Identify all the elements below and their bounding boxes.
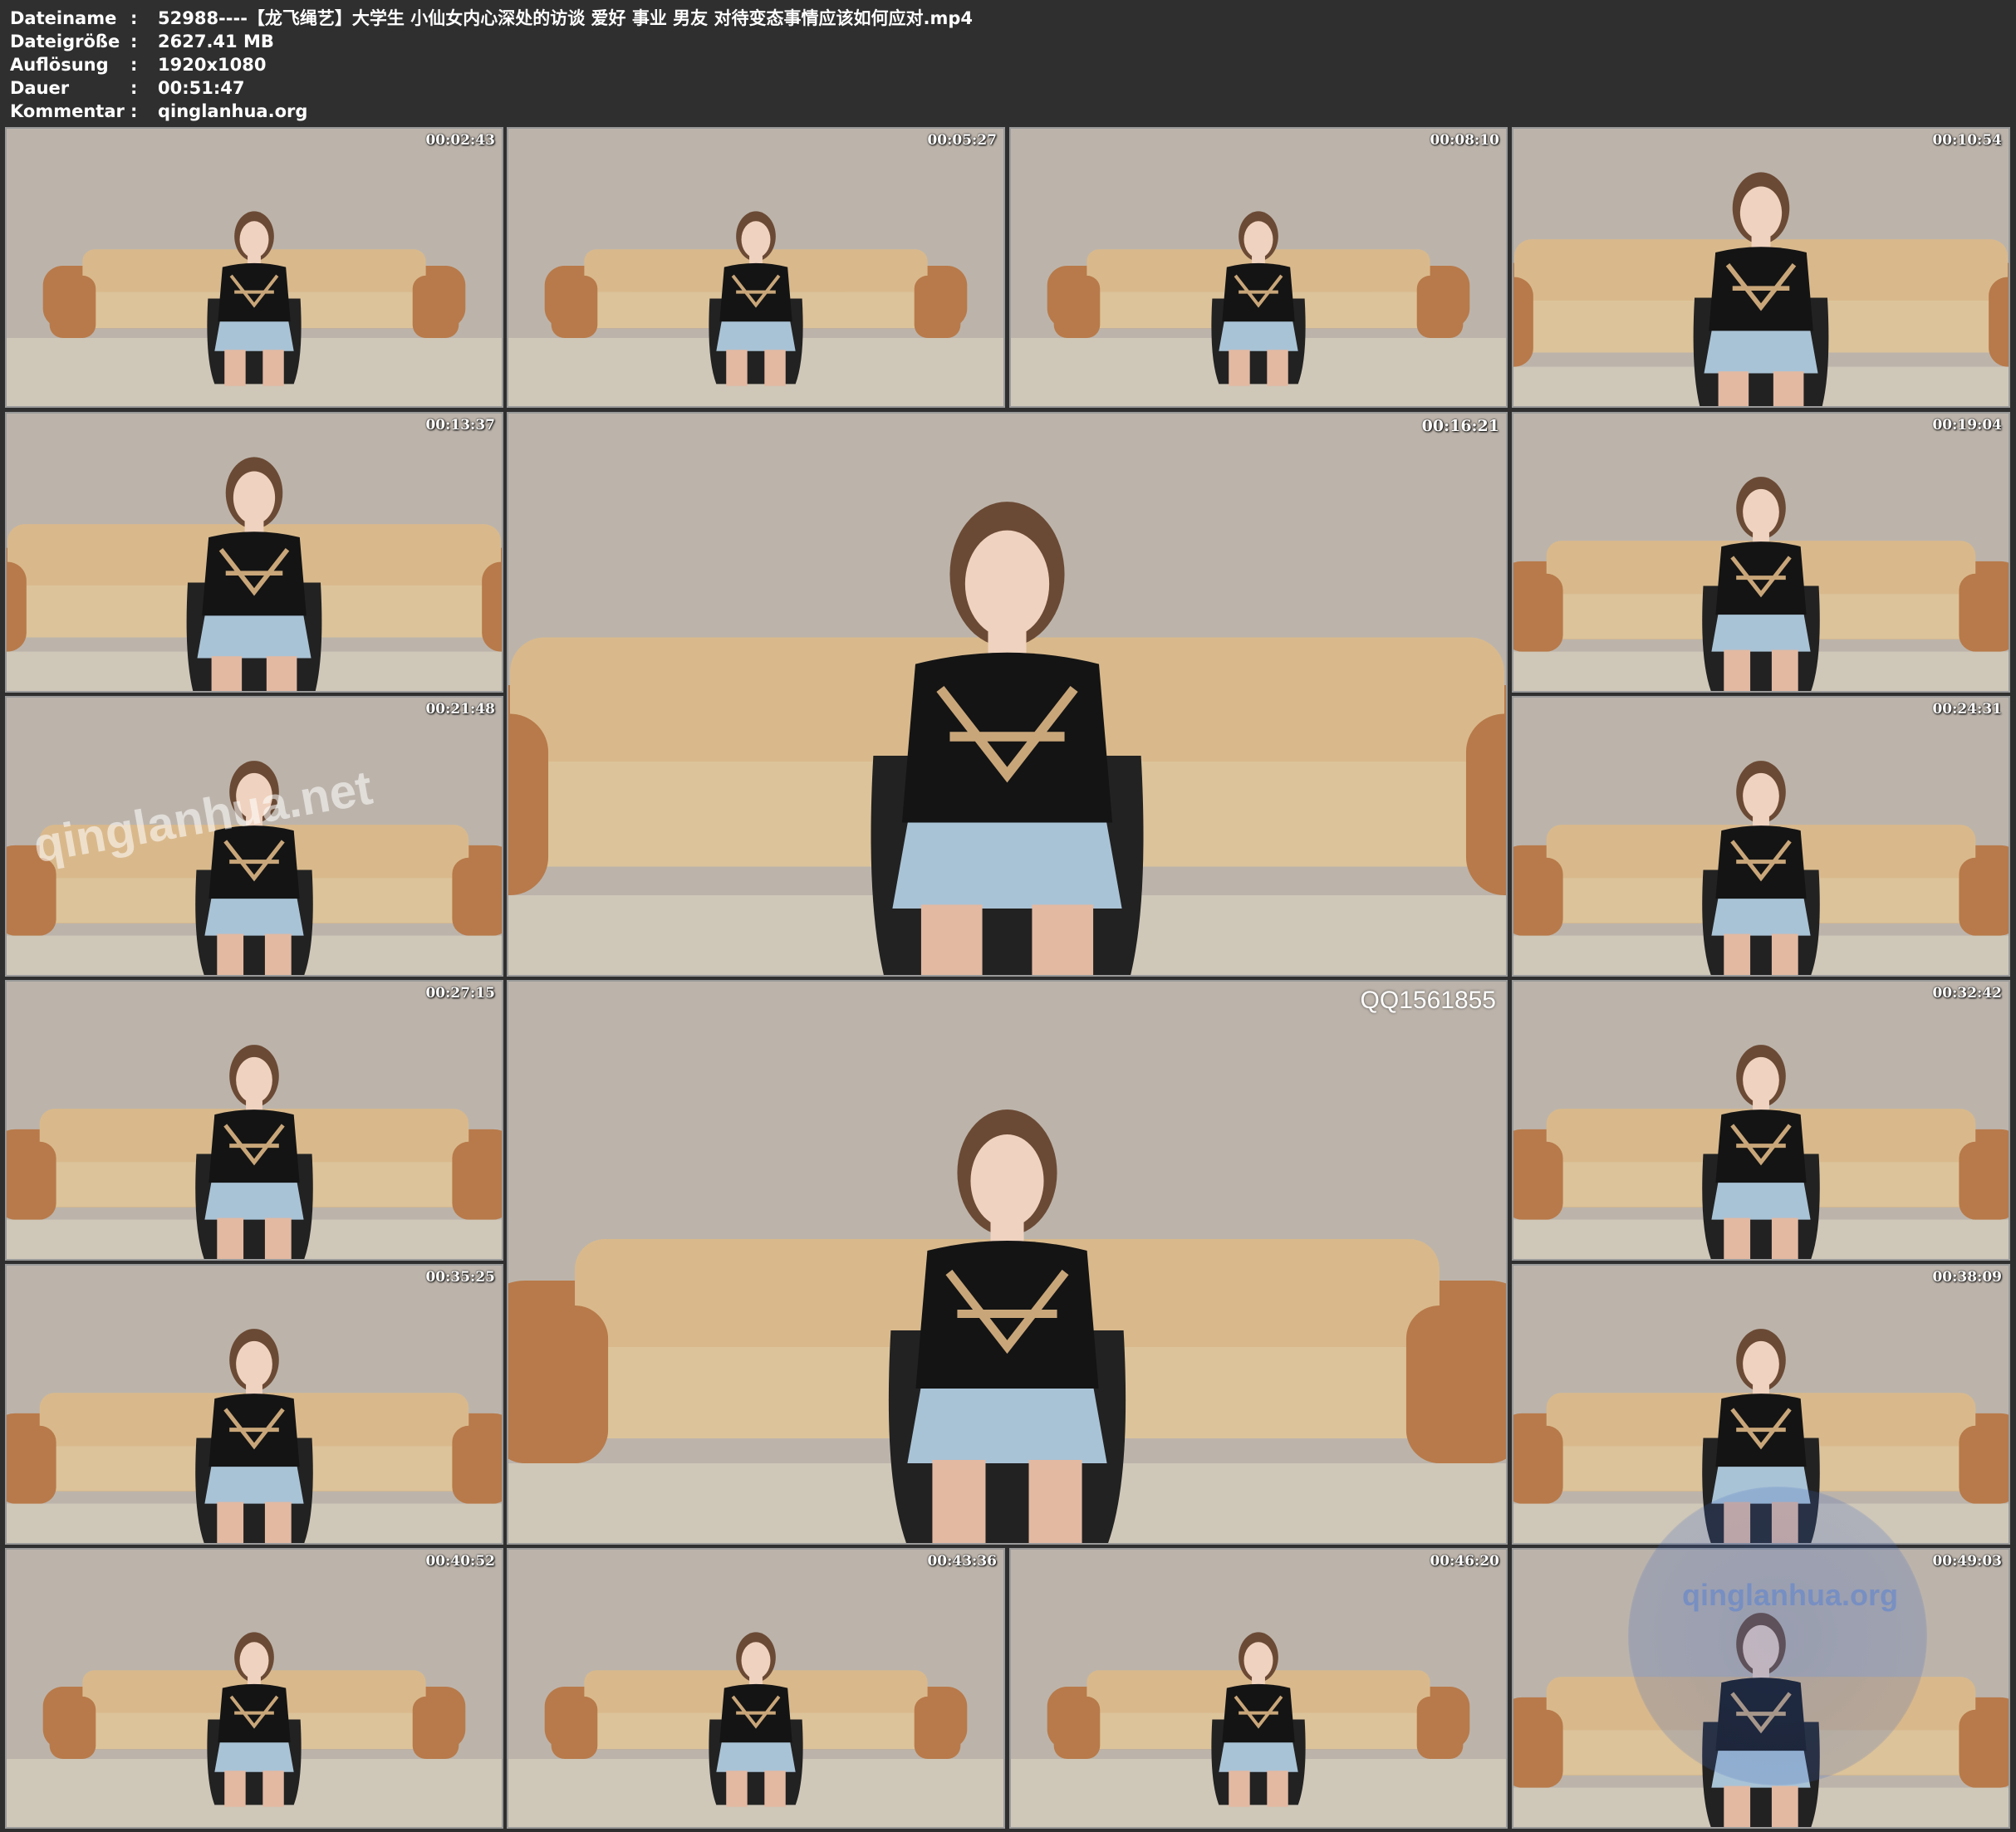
video-thumbnail[interactable]: 00:08:10 (1009, 127, 1508, 408)
timestamp-label: 00:05:27 (927, 132, 997, 149)
separator: : (130, 101, 138, 121)
qq-watermark: QQ1561855 (1360, 987, 1496, 1014)
timestamp-label: 00:02:43 (425, 132, 495, 149)
circle-watermark-text: qinglanhua.org (1682, 1578, 1898, 1612)
video-thumbnail[interactable]: 00:46:20 (1009, 1548, 1508, 1829)
video-frame-scene (1513, 982, 2009, 1259)
video-thumbnail[interactable]: 00:43:36 (507, 1548, 1005, 1829)
separator: : (130, 8, 138, 28)
video-thumbnail[interactable]: 00:16:21 (507, 412, 1508, 977)
separator: : (130, 55, 138, 75)
video-thumbnail[interactable]: 00:13:37 (5, 412, 503, 693)
duration-value: 00:51:47 (158, 78, 245, 98)
file-name-value: 52988----【龙飞绳艺】大学生 小仙女内心深处的访谈 爱好 事业 男友 对… (158, 8, 973, 28)
video-thumbnail[interactable]: QQ1561855 (507, 980, 1508, 1545)
video-frame-scene (1513, 129, 2009, 406)
video-frame-scene (7, 129, 502, 406)
video-thumbnail[interactable]: 00:32:42 (1512, 980, 2010, 1261)
timestamp-label: 00:38:09 (1932, 1269, 2002, 1286)
video-frame-scene (1011, 1550, 1506, 1827)
video-frame-scene (7, 982, 502, 1259)
video-thumbnail[interactable]: 00:05:27 (507, 127, 1005, 408)
timestamp-label: 00:27:15 (425, 985, 495, 1002)
timestamp-label: 00:35:25 (425, 1269, 495, 1286)
video-frame-scene (1513, 414, 2009, 691)
video-thumbnail[interactable]: 00:35:25 (5, 1264, 503, 1545)
video-frame-scene (1011, 129, 1506, 406)
separator: : (130, 32, 138, 51)
video-frame-scene (1513, 698, 2009, 975)
timestamp-label: 00:49:03 (1932, 1553, 2002, 1570)
circle-watermark (1628, 1487, 1927, 1785)
comment-label: Kommentar (10, 101, 125, 121)
video-frame-scene (7, 1266, 502, 1543)
video-frame-scene (508, 1550, 1003, 1827)
timestamp-label: 00:13:37 (425, 417, 495, 434)
timestamp-label: 00:10:54 (1932, 132, 2002, 149)
duration-label: Dauer (10, 78, 70, 98)
video-thumbnail[interactable]: 00:24:31 (1512, 696, 2010, 977)
video-thumbnail[interactable]: 00:10:54 (1512, 127, 2010, 408)
video-frame-scene (7, 414, 502, 691)
timestamp-label: 00:46:20 (1430, 1553, 1499, 1570)
video-thumbnail[interactable]: 00:02:43 (5, 127, 503, 408)
timestamp-label: 00:32:42 (1932, 985, 2002, 1002)
file-size-label: Dateigröße (10, 32, 120, 51)
video-frame-scene (7, 1550, 502, 1827)
file-info-header: Dateiname : 52988----【龙飞绳艺】大学生 小仙女内心深处的访… (0, 0, 2016, 125)
separator: : (130, 78, 138, 98)
timestamp-label: 00:21:48 (425, 701, 495, 718)
timestamp-label: 00:24:31 (1932, 701, 2002, 718)
comment-value: qinglanhua.org (158, 101, 308, 121)
video-frame-scene (508, 129, 1003, 406)
video-frame-scene (508, 982, 1506, 1543)
video-thumbnail[interactable]: 00:21:48 qinglanhua.net (5, 696, 503, 977)
video-thumbnail[interactable]: 00:19:04 (1512, 412, 2010, 693)
video-frame-scene (508, 414, 1506, 975)
timestamp-label: 00:08:10 (1430, 132, 1499, 149)
file-name-label: Dateiname (10, 8, 117, 28)
timestamp-label: 00:19:04 (1932, 417, 2002, 434)
video-thumbnail[interactable]: 00:40:52 (5, 1548, 503, 1829)
file-size-value: 2627.41 MB (158, 32, 274, 51)
timestamp-label: 00:16:21 (1421, 417, 1499, 435)
resolution-value: 1920x1080 (158, 55, 267, 75)
timestamp-label: 00:43:36 (927, 1553, 997, 1570)
video-thumbnail[interactable]: 00:27:15 (5, 980, 503, 1261)
resolution-label: Auflösung (10, 55, 109, 75)
timestamp-label: 00:40:52 (425, 1553, 495, 1570)
